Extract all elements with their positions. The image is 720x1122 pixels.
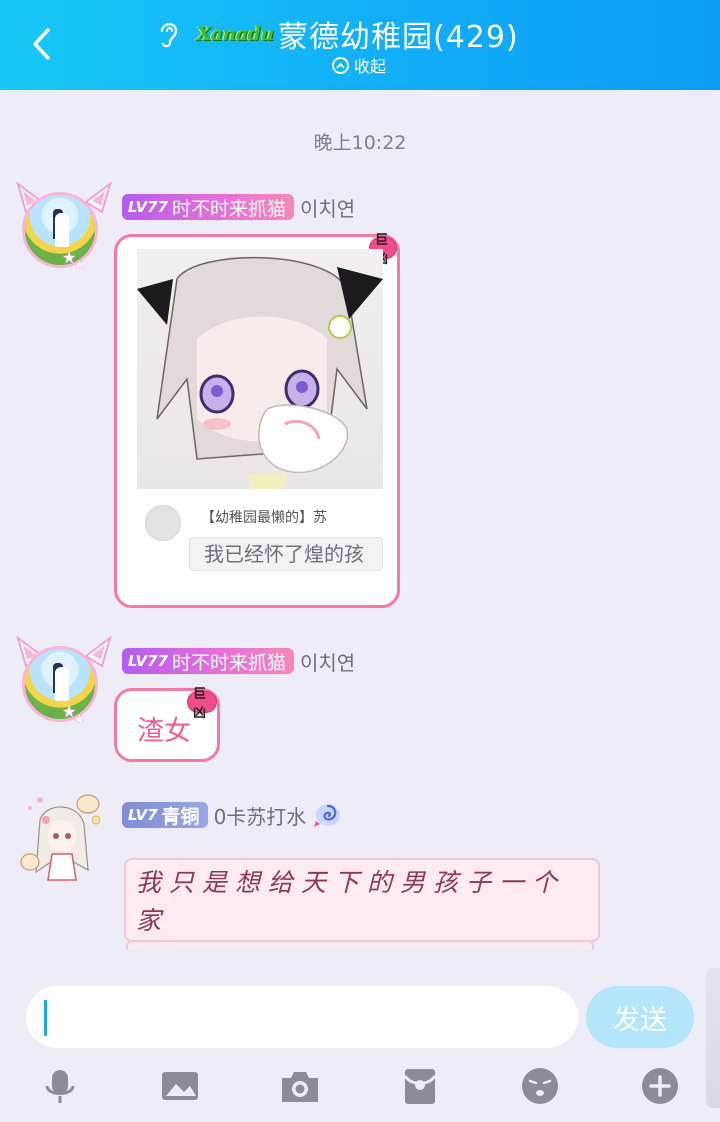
level-number: LV7 — [128, 806, 158, 824]
level-badge: LV77 时不时来抓猫 — [122, 648, 294, 674]
chevron-left-icon — [33, 28, 50, 60]
anime-sticker-image — [137, 249, 383, 489]
avatar-image — [22, 192, 98, 268]
star-icon: ★ — [74, 258, 85, 272]
back-button[interactable] — [22, 22, 62, 66]
message-text: 我只是想给天下的男孩子一个家 — [136, 868, 566, 935]
sticker-message-bubble[interactable]: 巨凶 【幼稚园最懒的】苏 我已经怀了煌的孩 — [114, 233, 400, 608]
sender-avatar[interactable] — [16, 790, 108, 882]
side-panel-handle[interactable] — [706, 968, 720, 1108]
sender-nickname[interactable]: 0卡苏打水 — [214, 801, 307, 830]
sender-name-row: LV77 时不时来抓猫 이치연 — [122, 647, 355, 675]
star-icon: ★ — [74, 712, 85, 726]
level-number: LV77 — [128, 652, 168, 670]
text-caret — [44, 1000, 47, 1036]
message-bubble-partial — [126, 940, 594, 950]
level-number: LV77 — [128, 198, 168, 216]
sender-avatar[interactable]: ★ ★ — [16, 181, 112, 280]
text-message-bubble[interactable]: 巨凶 渣女 — [114, 687, 220, 762]
chat-header: Xanadu 蒙德幼稚园(429) 收起 — [0, 0, 720, 90]
spiral-title-icon — [314, 804, 341, 827]
member-count: (429) — [433, 20, 519, 55]
level-badge: LV77 时不时来抓猫 — [122, 194, 294, 220]
quoted-text: 我已经怀了煌的孩 — [189, 537, 383, 571]
send-button[interactable]: 发送 — [586, 986, 694, 1048]
sender-avatar[interactable]: ★ ★ — [16, 635, 112, 734]
member-title: 青铜 — [161, 805, 200, 828]
message-text: 渣女 — [137, 716, 191, 747]
collapse-toggle[interactable]: 收起 — [332, 53, 386, 77]
sender-nickname[interactable]: 이치연 — [300, 193, 355, 222]
member-title: 时不时来抓猫 — [171, 197, 286, 220]
group-name: 蒙德幼稚园 — [278, 20, 433, 55]
quoted-avatar — [145, 505, 181, 541]
ear-icon[interactable] — [156, 19, 182, 49]
sender-name-row: LV77 时不时来抓猫 이치연 — [122, 193, 355, 221]
sender-nickname[interactable]: 이치연 — [300, 647, 355, 676]
microphone-icon[interactable] — [40, 1066, 80, 1106]
collapse-label: 收起 — [354, 57, 387, 76]
anime-avatar-image — [20, 794, 101, 881]
message-input[interactable] — [26, 986, 578, 1048]
camera-icon[interactable] — [280, 1066, 320, 1106]
quoted-message: 【幼稚园最懒的】苏 我已经怀了煌的孩 — [137, 499, 383, 589]
emoji-icon[interactable] — [520, 1066, 560, 1106]
bubble-tag: 巨凶 — [187, 687, 217, 721]
message-timestamp: 晚上10:22 — [313, 132, 407, 154]
avatar-image — [22, 646, 98, 722]
member-title: 时不时来抓猫 — [171, 651, 286, 674]
note-message-bubble[interactable]: 我只是想给天下的男孩子一个家 — [124, 858, 600, 942]
image-icon[interactable] — [160, 1066, 200, 1106]
red-packet-icon[interactable] — [400, 1066, 440, 1106]
input-bar: 发送 — [0, 962, 720, 1122]
group-title[interactable]: 蒙德幼稚园(429) — [278, 12, 519, 56]
brand-logo: Xanadu — [196, 23, 274, 45]
plus-icon[interactable] — [640, 1066, 680, 1106]
chevron-up-icon — [332, 56, 349, 74]
quoted-sender-name: 【幼稚园最懒的】苏 — [201, 510, 327, 526]
sender-name-row: LV7 青铜 0卡苏打水 — [122, 801, 344, 829]
level-badge: LV7 青铜 — [122, 802, 208, 828]
